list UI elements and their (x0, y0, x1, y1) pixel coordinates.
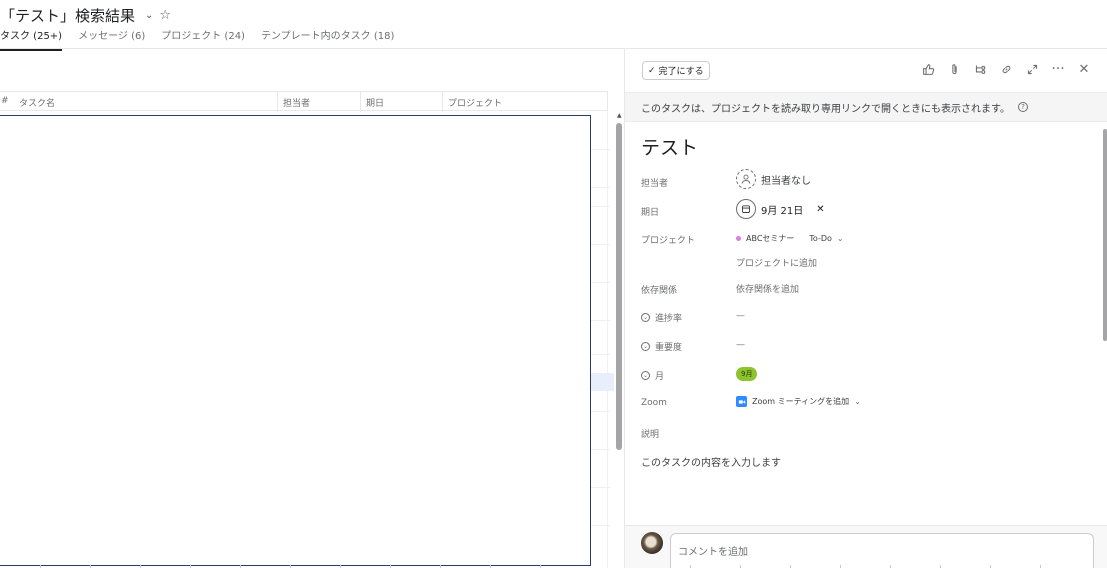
custom-field-icon: ⌄ (641, 371, 650, 380)
due-date-field[interactable]: 9月 21日 ✕ (736, 199, 825, 219)
check-icon: ✓ (648, 65, 656, 76)
selection-overlay (0, 115, 591, 566)
scroll-up-icon[interactable]: ▲ (617, 112, 622, 119)
progress-value[interactable]: — (736, 311, 745, 321)
chevron-down-icon[interactable]: ⌄ (145, 10, 153, 21)
project-label: プロジェクト (641, 236, 696, 246)
grid-line (590, 320, 610, 321)
task-name[interactable]: テスト (641, 133, 698, 160)
link-icon[interactable] (999, 62, 1013, 76)
assignee-value: 担当者なし (761, 175, 811, 187)
help-icon[interactable]: ? (1018, 102, 1028, 112)
zoom-add-meeting[interactable]: Zoom ミーティングを追加 (752, 396, 849, 407)
project-name[interactable]: ABCセミナー (746, 233, 794, 244)
mark-complete-label: 完了にする (658, 67, 704, 77)
grid-line (590, 487, 610, 488)
search-title-text: 「テスト」検索結果 (0, 7, 136, 25)
avatar (641, 532, 663, 554)
star-icon[interactable]: ☆ (159, 8, 171, 23)
zoom-field[interactable]: Zoom ミーティングを追加 ⌄ (736, 396, 861, 407)
column-divider[interactable] (360, 92, 361, 112)
user-icon (736, 169, 756, 189)
clear-date-icon[interactable]: ✕ (816, 204, 824, 215)
task-toolbar: ··· ✕ (921, 61, 1091, 77)
grid-line (590, 525, 610, 526)
comment-bar: コメントを追加 (625, 525, 1107, 568)
column-task-name[interactable]: タスク名 (19, 96, 55, 109)
priority-label: ⌄ 重要度 (641, 342, 683, 353)
readonly-notice: このタスクは、プロジェクトを読み取り専用リンクで開くときにも表示されます。 ? (625, 92, 1107, 122)
assignee-field[interactable]: 担当者なし (736, 169, 811, 189)
project-field[interactable]: ABCセミナー To-Do ⌄ (736, 233, 844, 244)
column-assignee[interactable]: 担当者 (283, 96, 310, 109)
project-section[interactable]: To-Do (809, 234, 832, 243)
chevron-down-icon[interactable]: ⌄ (837, 234, 844, 243)
chevron-down-icon[interactable]: ⌄ (854, 397, 861, 406)
priority-value[interactable]: — (736, 340, 745, 350)
dependency-label: 依存関係 (641, 286, 678, 296)
expand-icon[interactable] (1025, 62, 1039, 76)
selected-row-highlight (590, 373, 614, 391)
zoom-label: Zoom (641, 398, 667, 408)
attachment-icon[interactable] (947, 62, 961, 76)
assignee-label: 担当者 (641, 179, 669, 189)
comment-input[interactable]: コメントを追加 (670, 533, 1094, 568)
month-label: ⌄ 月 (641, 371, 665, 382)
custom-field-icon: ⌄ (641, 313, 650, 322)
page-title: 「テスト」検索結果 ⌄ ☆ (0, 5, 171, 26)
task-detail-panel: ✓ 完了にする ··· ✕ このタスクは、プロジェクトを読み取り専用リンクで開く… (624, 49, 1107, 568)
due-date-label: 期日 (641, 208, 660, 218)
grid-line (590, 244, 610, 245)
column-project[interactable]: プロジェクト (448, 96, 502, 109)
readonly-notice-text: このタスクは、プロジェクトを読み取り専用リンクで開くときにも表示されます。 (641, 103, 1010, 115)
grid-line (590, 282, 610, 283)
close-icon[interactable]: ✕ (1077, 62, 1091, 77)
task-list: # タスク名 担当者 期日 プロジェクト ▲ (0, 49, 624, 568)
column-due-date[interactable]: 期日 (366, 96, 384, 109)
column-divider[interactable] (607, 92, 608, 112)
panel-scrollbar[interactable] (1103, 129, 1107, 341)
description-field[interactable]: このタスクの内容を入力します (641, 454, 781, 469)
column-divider[interactable] (442, 92, 443, 112)
list-scrollbar[interactable] (616, 123, 622, 450)
month-pill[interactable]: 9月 (736, 367, 758, 381)
grid-line (590, 354, 610, 355)
thumbs-up-icon[interactable] (921, 62, 935, 76)
column-divider[interactable] (277, 92, 278, 112)
subtask-icon[interactable] (973, 62, 987, 76)
grid-line (590, 449, 610, 450)
column-index: # (1, 96, 9, 106)
add-dependency-link[interactable]: 依存関係を追加 (736, 282, 799, 295)
grid-line (590, 206, 610, 207)
project-color-dot (736, 236, 741, 241)
calendar-icon (736, 199, 756, 219)
zoom-icon (736, 396, 747, 407)
month-field[interactable]: 9月 (736, 367, 758, 381)
column-header-row: # タスク名 担当者 期日 プロジェクト (0, 91, 608, 112)
mark-complete-button[interactable]: ✓ 完了にする (642, 61, 710, 80)
grid-line (590, 411, 610, 412)
grid-line (590, 187, 610, 188)
add-to-project-link[interactable]: プロジェクトに追加 (736, 256, 817, 269)
grid-line (590, 149, 610, 150)
more-icon[interactable]: ··· (1051, 61, 1065, 77)
custom-field-icon: ⌄ (641, 342, 650, 351)
due-date-value: 9月 21日 (761, 205, 804, 217)
description-label: 説明 (641, 430, 660, 440)
progress-label: ⌄ 進捗率 (641, 313, 683, 324)
grid-line (607, 111, 608, 568)
